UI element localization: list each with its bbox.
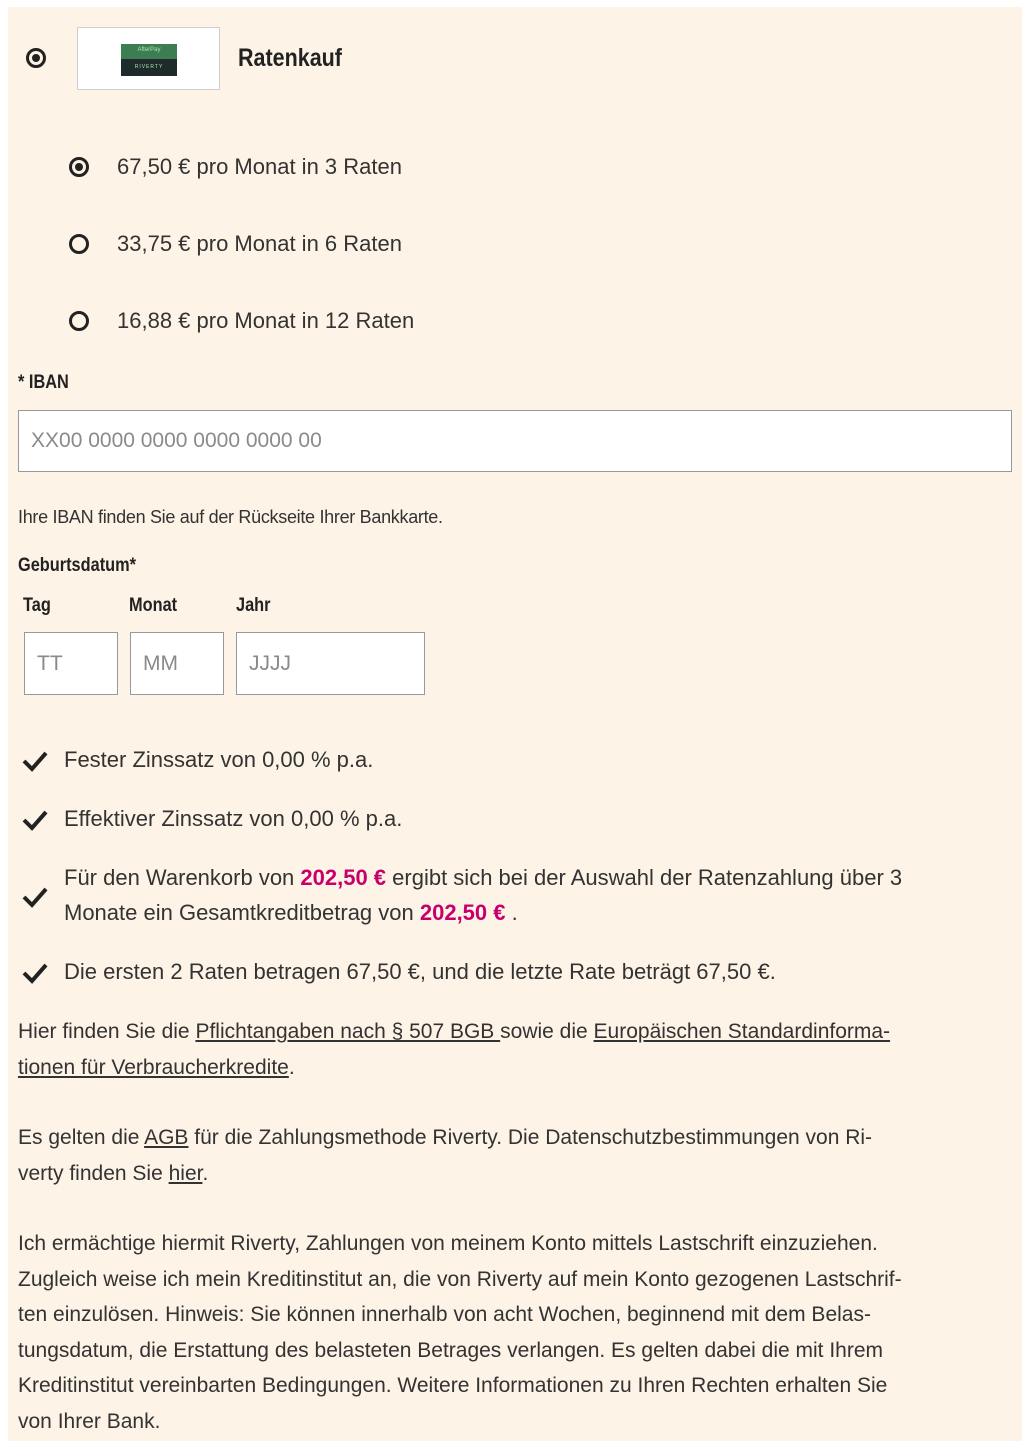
installment-radio-6[interactable] (69, 234, 89, 254)
iban-input[interactable] (18, 410, 1012, 472)
rates-note-text: Die ersten 2 Raten betragen 67,50 €, und… (64, 959, 776, 984)
installment-label-12[interactable]: 16,88 € pro Monat in 12 Raten (117, 308, 414, 334)
legal-paragraph-agb: Es gelten die AGB für die Zahlungsmethod… (18, 1126, 873, 1185)
datenschutz-hier-link[interactable]: hier (169, 1162, 203, 1185)
legal-paragraph-info: Hier finden Sie die Pflichtangaben nach … (18, 1020, 891, 1079)
installment-label-6[interactable]: 33,75 € pro Monat in 6 Raten (117, 231, 402, 257)
method-radio-ratenkauf[interactable] (26, 48, 46, 68)
fixed-rate-text: Fester Zinssatz von 0,00 % p.a. (64, 747, 374, 772)
total-credit-amount: 202,50 € (419, 900, 506, 925)
legal-paragraph-mandate: Ich ermächtige hiermit Riverty, Zahlunge… (18, 1232, 902, 1433)
checkmark-icon (22, 887, 48, 908)
checkmark-icon (22, 751, 48, 772)
riverty-logo-box: AfterPay RIVERTY (77, 27, 220, 90)
checkmark-icon (22, 810, 48, 831)
iban-label: * IBAN (18, 372, 69, 393)
basket-amount: 202,50 € (300, 865, 387, 890)
payment-panel: AfterPay RIVERTY Ratenkauf 67,50 € pro M… (8, 7, 1022, 1441)
installment-radio-3[interactable] (69, 157, 89, 177)
birth-day-input[interactable] (24, 632, 118, 695)
afterpay-riverty-logo: AfterPay RIVERTY (121, 44, 177, 76)
year-label: Jahr (236, 595, 271, 616)
iban-hint: Ihre IBAN finden Sie auf der Rückseite I… (18, 507, 443, 527)
method-title: Ratenkauf (238, 44, 342, 72)
effective-rate-text: Effektiver Zinssatz von 0,00 % p.a. (64, 806, 403, 831)
month-label: Monat (129, 595, 178, 616)
day-label: Tag (23, 595, 51, 616)
installment-radio-12[interactable] (69, 311, 89, 331)
birth-month-input[interactable] (130, 632, 224, 695)
installment-label-3[interactable]: 67,50 € pro Monat in 3 Raten (117, 154, 402, 180)
checkmark-icon (22, 963, 48, 984)
birthdate-label: Geburtsdatum* (18, 555, 137, 576)
pflichtangaben-link[interactable]: Pflichtangaben nach § 507 BGB (195, 1020, 500, 1043)
basket-text: Für den Warenkorb von 202,50 € ergibt si… (64, 865, 903, 925)
standardinformationen-link-cont[interactable]: tionen für Verbraucherkredite (18, 1056, 289, 1079)
standardinformationen-link[interactable]: Europäischen Standardinforma- (594, 1020, 891, 1043)
agb-link[interactable]: AGB (144, 1126, 188, 1149)
birth-year-input[interactable] (236, 632, 425, 695)
